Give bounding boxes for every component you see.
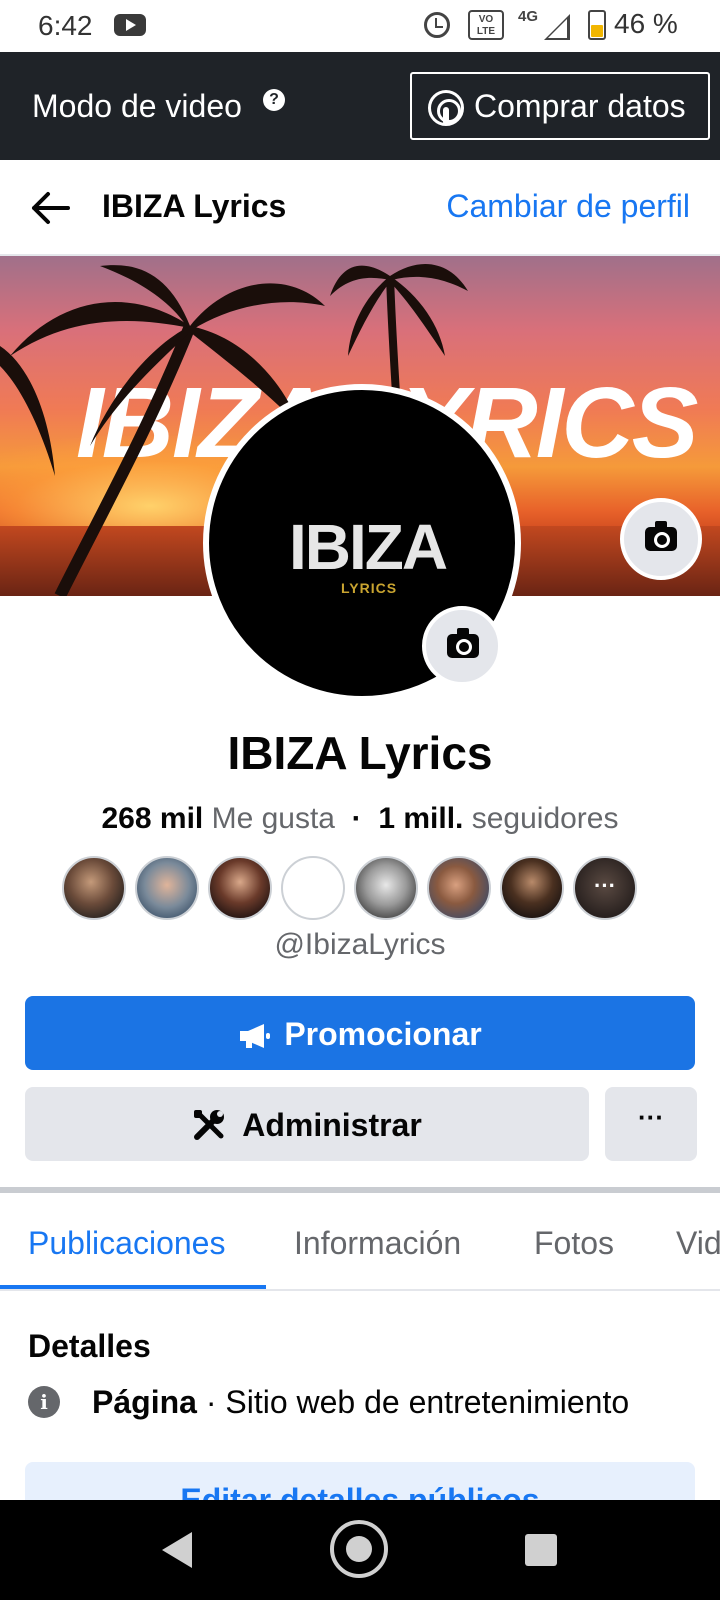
video-mode-bar: Modo de video ? Comprar datos [0,52,720,160]
battery-percent: 46 % [614,8,678,39]
promote-button[interactable]: Promocionar [25,996,695,1070]
profile-logo-text: IBIZA [289,511,448,583]
details-heading: Detalles [28,1328,151,1364]
header-title: IBIZA Lyrics [102,188,287,224]
buy-data-button[interactable]: Comprar datos [410,72,710,140]
profile-tabs: Publicaciones Información Fotos Vid [0,1193,720,1291]
manage-button-content: Administrar [25,1107,589,1144]
page-category: Sitio web de entretenimiento [225,1384,630,1420]
back-arrow-icon[interactable] [28,186,74,230]
youtube-icon [114,14,146,36]
video-mode-label: Modo de video [32,88,242,124]
more-avatars-button[interactable]: ··· [573,856,637,920]
camera-icon [645,521,677,551]
avatar[interactable] [208,856,272,920]
avatar[interactable] [62,856,126,920]
network-4g-icon: 4G [518,8,539,25]
page-name: IBIZA Lyrics [227,727,493,779]
detail-separator: · [196,1384,226,1420]
followers-label[interactable]: seguidores [472,802,619,835]
more-options-button[interactable]: ··· [605,1087,697,1161]
avatar[interactable] [281,856,345,920]
battery-fill [591,25,603,37]
nav-back-icon[interactable] [162,1532,192,1568]
manage-label: Administrar [242,1107,422,1143]
promote-label: Promocionar [284,1016,482,1052]
page-type-label: Página [92,1384,197,1420]
tab-informacion[interactable]: Información [294,1225,461,1262]
signal-icon [544,14,570,40]
manage-button[interactable]: Administrar [25,1087,589,1161]
cover-camera-button[interactable] [620,498,702,580]
avatar[interactable] [500,856,564,920]
tab-fotos[interactable]: Fotos [534,1225,614,1262]
more-avatars-label: ··· [594,873,616,898]
nav-recents-icon[interactable] [525,1534,557,1566]
battery-icon [588,10,606,40]
status-bar: 6:42 VO LTE 4G 46 % [0,0,720,52]
tools-icon [194,1110,225,1140]
buy-data-label: Comprar datos [474,88,686,124]
promote-button-content: Promocionar [25,1016,695,1053]
alarm-icon [424,12,450,38]
switch-profile-link[interactable]: Cambiar de perfil [446,188,690,225]
more-options-icon: ··· [638,1102,664,1132]
page-category-line: Página · Sitio web de entretenimiento [92,1384,629,1421]
stats-separator: · [351,802,362,835]
page-handle: @IbizaLyrics [274,928,446,961]
tab-videos[interactable]: Vid [676,1225,720,1262]
avatar[interactable] [135,856,199,920]
likes-count: 268 mil [101,802,204,835]
nav-home-icon[interactable] [330,1520,388,1578]
page-header: IBIZA Lyrics Cambiar de perfil [0,160,720,256]
avatar[interactable] [427,856,491,920]
avatar[interactable] [354,856,418,920]
help-icon[interactable]: ? [263,89,285,111]
likes-label[interactable]: Me gusta [212,802,335,835]
page-stats: 268 mil Me gusta · 1 mill. seguidores [0,802,720,836]
profile-logo-subtext: LYRICS [341,580,398,596]
active-tab-indicator [0,1285,266,1289]
followers-count: 1 mill. [378,802,464,835]
profile-camera-button[interactable] [422,606,502,686]
system-navigation-bar [0,1500,720,1600]
status-time: 6:42 [38,10,93,41]
camera-icon [447,628,479,658]
info-icon: i [28,1386,60,1418]
status-icons: VO LTE 4G 46 % [420,8,720,44]
volte-icon: VO LTE [468,10,504,40]
megaphone-icon [240,1024,271,1048]
follower-avatars[interactable]: ··· [62,856,662,922]
broadcast-icon [428,90,464,126]
tab-publicaciones[interactable]: Publicaciones [28,1225,225,1262]
